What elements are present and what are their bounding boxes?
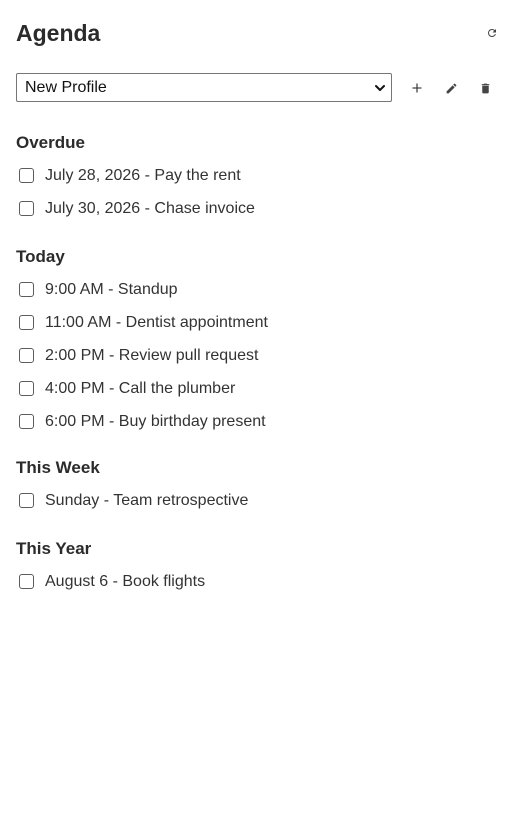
refresh-icon [488,28,496,37]
add-profile-button[interactable] [406,77,428,99]
profile-row: New Profile [16,73,502,102]
section-overdue: Overdue July 28, 2026 - Pay the rent Jul… [16,132,502,231]
item-text: 2:00 PM - Review pull request [45,347,259,364]
refresh-button[interactable] [482,23,502,43]
profile-select[interactable]: New Profile [16,73,392,102]
item-checkbox[interactable] [19,348,34,363]
item-text: August 6 - Book flights [45,573,206,590]
item-checkbox[interactable] [19,493,34,508]
item-checkbox[interactable] [19,168,34,183]
item-checkbox[interactable] [19,315,34,330]
item-checkbox[interactable] [19,381,34,396]
agenda-item: 2:00 PM - Review pull request [16,345,502,367]
agenda-item: 6:00 PM - Buy birthday present [16,411,502,433]
pencil-icon [446,83,456,93]
item-text: 9:00 AM - Standup [45,281,178,298]
item-text: July 28, 2026 - Pay the rent [45,167,241,184]
agenda-item: 4:00 PM - Call the plumber [16,378,502,400]
plus-icon [412,83,422,93]
item-text: 11:00 AM - Dentist appointment [45,314,268,331]
section-title: This Year [16,539,92,558]
item-checkbox[interactable] [19,201,34,216]
section-title: This Week [16,458,100,477]
agenda-item: 11:00 AM - Dentist appointment [16,312,502,334]
item-text: July 30, 2026 - Chase invoice [45,200,255,217]
page-title: Agenda [16,20,101,46]
item-checkbox[interactable] [19,574,34,589]
item-checkbox[interactable] [19,282,34,297]
agenda-item: 9:00 AM - Standup [16,279,502,301]
section-this-week: This Week Sunday - Team retrospective [16,457,502,523]
item-text: 6:00 PM - Buy birthday present [45,413,266,430]
profile-select-value: New Profile [25,79,107,96]
trash-icon [481,83,489,93]
item-text: Sunday - Team retrospective [45,492,249,509]
edit-profile-button[interactable] [440,77,462,99]
item-checkbox[interactable] [19,414,34,429]
chevron-down-icon [375,85,385,91]
agenda-item: August 6 - Book flights [16,571,502,593]
agenda-item: Sunday - Team retrospective [16,490,502,512]
agenda-item: July 28, 2026 - Pay the rent [16,165,502,187]
section-title: Today [16,247,65,266]
item-text: 4:00 PM - Call the plumber [45,380,236,397]
section-title: Overdue [16,133,85,152]
header: Agenda [16,18,502,48]
section-today: Today 9:00 AM - Standup 11:00 AM - Denti… [16,246,502,444]
delete-profile-button[interactable] [474,77,496,99]
section-this-year: This Year August 6 - Book flights [16,538,502,604]
agenda-item: July 30, 2026 - Chase invoice [16,198,502,220]
